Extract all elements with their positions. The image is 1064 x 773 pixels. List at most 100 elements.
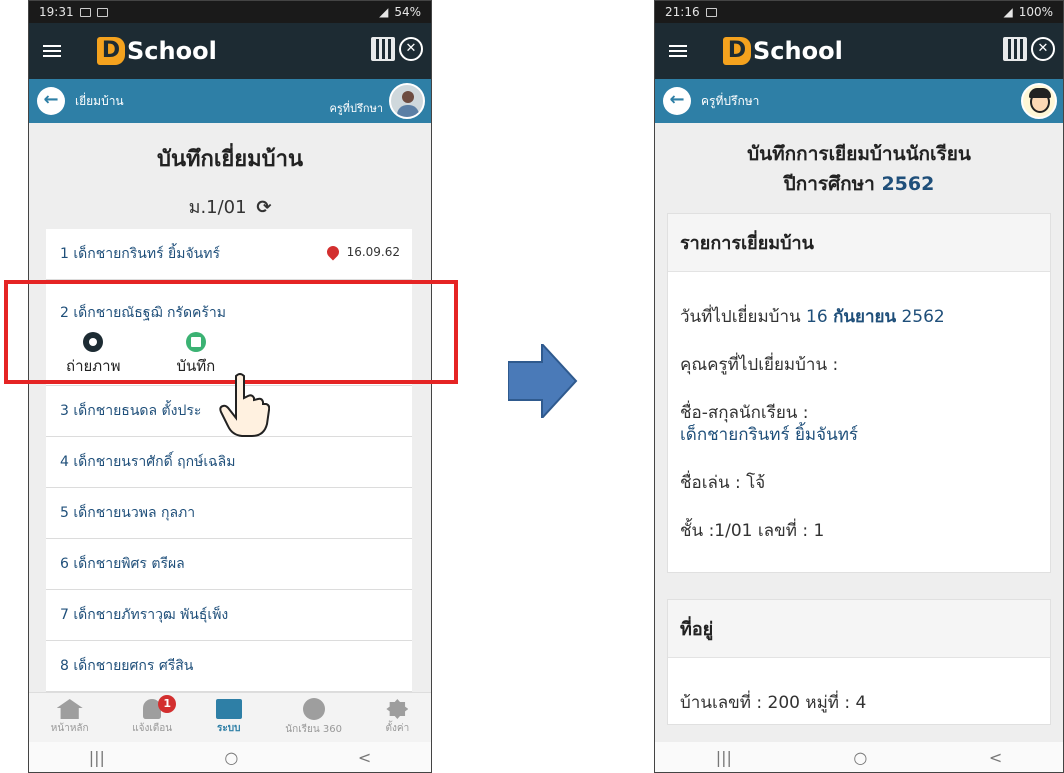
list-item[interactable]: 7 เด็กชายภัทราวุฒ พันธุ์เพ็ง: [46, 590, 412, 641]
status-bar: 19:31 ◢ 54%: [29, 1, 431, 23]
home-button[interactable]: ○: [853, 748, 867, 767]
student-name: 6 เด็กชายพิศร ตรีผล: [60, 556, 185, 572]
status-bar: 21:16 ◢ 100%: [655, 1, 1063, 23]
visit-date-text: 16.09.62: [346, 245, 400, 259]
address-card-header: ที่อยู่: [668, 600, 1050, 658]
teacher-role-label: ครูที่ปรึกษา: [329, 102, 384, 115]
address-card: ที่อยู่ บ้านเลขที่ : 200 หมู่ที่ : 4: [667, 599, 1051, 725]
logo-letter: D: [97, 37, 125, 65]
class-selector[interactable]: ม.1/01 ⟳: [29, 192, 431, 221]
student-name-field: ชื่อ-สกุลนักเรียน : เด็กชายกรินทร์ ยิ้มจ…: [680, 402, 1038, 446]
location-pin-icon: [324, 243, 342, 261]
back-button[interactable]: ←: [37, 87, 65, 115]
sub-header: ← ครูที่ปรึกษา: [655, 79, 1063, 123]
subbar-title: ครูที่ปรึกษา: [701, 93, 760, 108]
app-notification-icon: [96, 7, 108, 17]
tools-icon[interactable]: ✕: [1031, 37, 1055, 61]
back-nav-button[interactable]: <: [989, 748, 1002, 767]
back-nav-button[interactable]: <: [358, 748, 371, 767]
app-bar: D School ✕: [29, 23, 431, 79]
visit-date-year: 2562: [896, 307, 945, 327]
visit-date-field: วันที่ไปเยี่ยมบ้าน 16 กันยายน 2562: [680, 306, 1038, 328]
home-icon: [56, 699, 83, 719]
avatar[interactable]: [1021, 83, 1057, 119]
nav-student-360-label: นักเรียน 360: [285, 724, 342, 735]
list-item[interactable]: 6 เด็กชายพิศร ตรีผล: [46, 539, 412, 590]
class-info-field: ชั้น :1/01 เลขที่ : 1: [680, 521, 825, 541]
visit-card: รายการเยี่ยมบ้าน วันที่ไปเยี่ยมบ้าน 16 ก…: [667, 213, 1051, 573]
student-name-value: เด็กชายกรินทร์ ยิ้มจันทร์: [680, 425, 859, 445]
app-logo: D School: [723, 37, 843, 65]
visiting-teacher-field: คุณครูที่ไปเยี่ยมบ้าน :: [680, 355, 839, 375]
phone-right: 21:16 ◢ 100% D School ✕ ← ครูที่ปรึกษา บ…: [654, 0, 1064, 773]
nav-system[interactable]: ระบบ: [215, 699, 242, 736]
tools-icon[interactable]: ✕: [399, 37, 423, 61]
status-time: 21:16: [665, 5, 700, 19]
visit-date: 16.09.62: [324, 243, 400, 261]
subbar-title: เยี่ยมบ้าน: [75, 93, 124, 108]
page-title: บันทึกเยี่ยมบ้าน: [157, 147, 303, 172]
sub-header: ← เยี่ยมบ้าน ครูที่ปรึกษา: [29, 79, 431, 123]
battery-level: 100%: [1018, 5, 1053, 19]
list-item[interactable]: 8 เด็กชายยศกร ศรีสิน: [46, 641, 412, 692]
logo-letter: D: [723, 37, 751, 65]
status-time: 19:31: [39, 5, 74, 19]
nav-home-label: หน้าหลัก: [50, 723, 89, 734]
student-name-label: ชื่อ-สกุลนักเรียน :: [680, 403, 809, 423]
class-label: ม.1/01: [188, 197, 247, 218]
menu-icon[interactable]: [669, 45, 687, 57]
nav-notifications[interactable]: 1 แจ้งเตือน: [132, 695, 177, 736]
academic-year-label: ปีการศึกษา: [783, 173, 882, 195]
gallery-icon: [705, 7, 717, 17]
app-logo: D School: [97, 37, 217, 65]
pointing-hand-icon: [219, 373, 270, 437]
student-name: 7 เด็กชายภัทราวุฒ พันธุ์เพ็ง: [60, 607, 229, 623]
visit-card-header: รายการเยี่ยมบ้าน: [668, 214, 1050, 272]
logo-text: School: [127, 37, 217, 65]
refresh-icon[interactable]: ⟳: [256, 197, 271, 218]
record-title: บันทึกการเยียมบ้านนักเรียน ปีการศึกษา 25…: [655, 139, 1063, 199]
notification-badge: 1: [158, 695, 177, 713]
visit-date-month: กันยายน: [833, 307, 897, 327]
nav-settings[interactable]: ตั้งค่า: [385, 699, 410, 736]
recent-apps-button[interactable]: |||: [716, 748, 732, 767]
nav-notifications-label: แจ้งเตือน: [132, 723, 173, 734]
student-name: 3 เด็กชายธนดล ตั้งประ: [60, 403, 202, 419]
nickname-field: ชื่อเล่น : โจ้: [680, 473, 766, 493]
bottom-nav: หน้าหลัก 1 แจ้งเตือน ระบบ นักเรียน 360 ต…: [29, 692, 431, 742]
list-item[interactable]: 5 เด็กชายนวพล กุลภา: [46, 488, 412, 539]
house-number-field: บ้านเลขที่ : 200 หมู่ที่ : 4: [680, 693, 867, 713]
gear-icon: [386, 699, 409, 719]
student-name: 5 เด็กชายนวพล กุลภา: [60, 505, 196, 521]
qr-code-icon[interactable]: [371, 37, 395, 61]
home-button[interactable]: ○: [224, 748, 238, 767]
right-arrow-icon: [508, 344, 578, 418]
logo-text: School: [753, 37, 843, 65]
android-nav-bar: ||| ○ <: [655, 742, 1063, 772]
student-name: 8 เด็กชายยศกร ศรีสิน: [60, 658, 194, 674]
list-item[interactable]: 1 เด็กชายกรินทร์ ยิ้มจันทร์ 16.09.62: [46, 229, 412, 280]
nav-student-360[interactable]: นักเรียน 360: [285, 698, 342, 737]
back-button[interactable]: ←: [663, 87, 691, 115]
qr-code-icon[interactable]: [1003, 37, 1027, 61]
nav-settings-label: ตั้งค่า: [385, 723, 410, 734]
highlight-box: [4, 280, 458, 384]
nav-system-label: ระบบ: [217, 723, 241, 734]
student-name: 4 เด็กชายนราศักดิ์ ฤกษ์เฉลิม: [60, 454, 236, 470]
app-bar: D School ✕: [655, 23, 1063, 79]
nav-home[interactable]: หน้าหลัก: [51, 699, 89, 736]
signal-icon: ◢: [379, 5, 389, 19]
monitor-icon: [215, 699, 242, 719]
signal-icon: ◢: [1003, 5, 1013, 19]
record-title-line2: ปีการศึกษา 2562: [655, 169, 1063, 199]
battery-level: 54%: [394, 5, 421, 19]
user-circle-icon: [302, 698, 325, 720]
avatar[interactable]: [389, 83, 425, 119]
menu-icon[interactable]: [43, 45, 61, 57]
record-title-line1: บันทึกการเยียมบ้านนักเรียน: [747, 143, 971, 165]
recent-apps-button[interactable]: |||: [89, 748, 105, 767]
list-item[interactable]: 4 เด็กชายนราศักดิ์ ฤกษ์เฉลิม: [46, 437, 412, 488]
visit-date-day: 16: [806, 307, 834, 327]
student-name: 1 เด็กชายกรินทร์ ยิ้มจันทร์: [60, 246, 220, 262]
gallery-icon: [79, 7, 91, 17]
